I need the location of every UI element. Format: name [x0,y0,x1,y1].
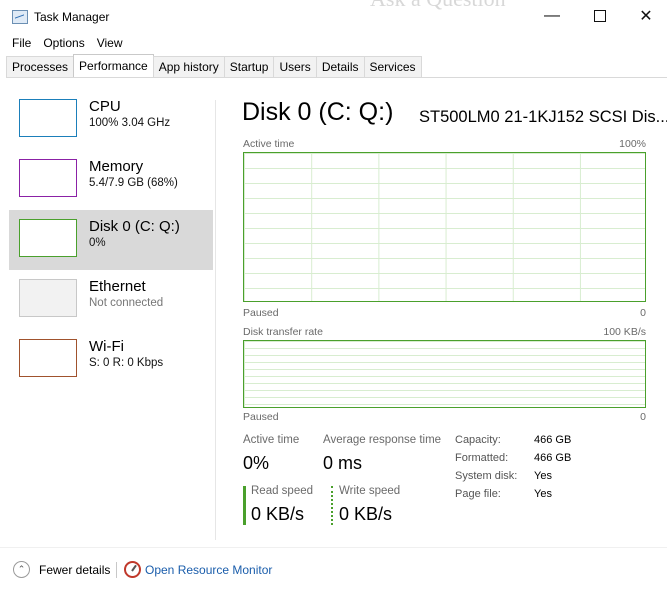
write-speed-indicator [331,486,333,525]
menu-bar: File Options View [6,34,129,54]
background-window-text: Ask a Question [370,0,506,12]
pane-divider [215,100,216,540]
device-name: ST500LM0 21-1KJ152 SCSI Dis... [419,108,667,126]
read-speed-value: 0 KB/s [251,504,305,524]
menu-file[interactable]: File [6,34,37,54]
graph-max-label: 100% [619,138,646,150]
resource-monitor-icon[interactable] [124,561,141,578]
active-time-label: Active time [243,434,300,446]
sidebar-item-title: Memory [89,158,144,175]
active-time-value: 0% [243,453,270,473]
chevron-up-icon: ⌃ [17,564,26,574]
minimize-icon: — [544,7,560,24]
fewer-details-button[interactable]: ⌃ [13,561,30,578]
system-disk-value: Yes [534,470,552,482]
capacity-value: 466 GB [534,434,572,446]
graph-min-label: 0 [640,307,646,319]
tab-processes[interactable]: Processes [6,56,75,77]
sidebar-item-subtitle: S: 0 R: 0 Kbps [89,357,164,369]
read-speed-label: Read speed [251,485,314,497]
close-icon: ✕ [639,8,653,25]
fewer-details-link[interactable]: Fewer details [39,563,110,577]
maximize-icon [594,10,606,22]
close-button[interactable]: ✕ [623,0,667,32]
wifi-mini-graph [19,339,77,377]
window-title: Task Manager [34,10,110,24]
tab-bar: Processes Performance App history Startu… [6,54,422,78]
page-file-label: Page file: [455,488,501,500]
graph-max-label: 100 KB/s [603,326,646,338]
active-time-graph [243,152,646,302]
tab-app-history[interactable]: App history [152,56,225,77]
sidebar-item-title: Wi-Fi [89,338,124,355]
sidebar-item-title: Ethernet [89,278,146,295]
open-resource-monitor-link[interactable]: Open Resource Monitor [145,563,272,577]
sidebar-item-subtitle: Not connected [89,297,164,309]
formatted-label: Formatted: [455,452,509,464]
tab-performance[interactable]: Performance [73,54,154,77]
menu-options[interactable]: Options [37,34,90,54]
system-disk-label: System disk: [455,470,518,482]
graph-label: Active time [243,138,295,150]
avg-response-value: 0 ms [323,453,363,473]
cpu-mini-graph [19,99,77,137]
write-speed-value: 0 KB/s [339,504,393,524]
sidebar-item-cpu[interactable]: CPU 100% 3.04 GHz [9,90,213,150]
graph-status: Paused [243,411,279,423]
disk-mini-graph [19,219,77,257]
task-manager-icon [12,10,28,24]
footer-divider [0,547,667,548]
disk-transfer-rate-graph [243,340,646,408]
menu-view[interactable]: View [91,34,129,54]
graph-label: Disk transfer rate [243,326,323,338]
formatted-value: 466 GB [534,452,572,464]
sidebar-item-memory[interactable]: Memory 5.4/7.9 GB (68%) [9,150,213,210]
sidebar-item-subtitle: 0% [89,237,106,249]
tab-divider [6,77,667,78]
tab-details[interactable]: Details [315,56,365,77]
page-title: Disk 0 (C: Q:) [242,98,394,126]
write-speed-label: Write speed [339,485,401,497]
tab-users[interactable]: Users [273,56,317,77]
minimize-button[interactable]: — [529,0,575,32]
capacity-label: Capacity: [455,434,501,446]
sidebar-item-disk[interactable]: Disk 0 (C: Q:) 0% [9,210,213,270]
maximize-button[interactable] [577,0,623,32]
tab-startup[interactable]: Startup [223,56,275,77]
sidebar-item-title: CPU [89,98,121,115]
tab-services[interactable]: Services [363,56,422,77]
avg-response-label: Average response time [323,434,442,446]
sidebar-item-ethernet[interactable]: Ethernet Not connected [9,270,213,330]
memory-mini-graph [19,159,77,197]
sidebar-item-subtitle: 100% 3.04 GHz [89,117,171,129]
footer-separator [116,562,117,578]
page-file-value: Yes [534,488,552,500]
sidebar-item-subtitle: 5.4/7.9 GB (68%) [89,177,178,189]
ethernet-mini-graph [19,279,77,317]
read-speed-indicator [243,486,246,525]
graph-min-label: 0 [640,411,646,423]
graph-status: Paused [243,307,279,319]
sidebar-item-title: Disk 0 (C: Q:) [89,218,180,235]
sidebar-item-wifi[interactable]: Wi-Fi S: 0 R: 0 Kbps [9,330,213,390]
title-bar: Task Manager Ask a Question — ✕ [0,0,667,34]
